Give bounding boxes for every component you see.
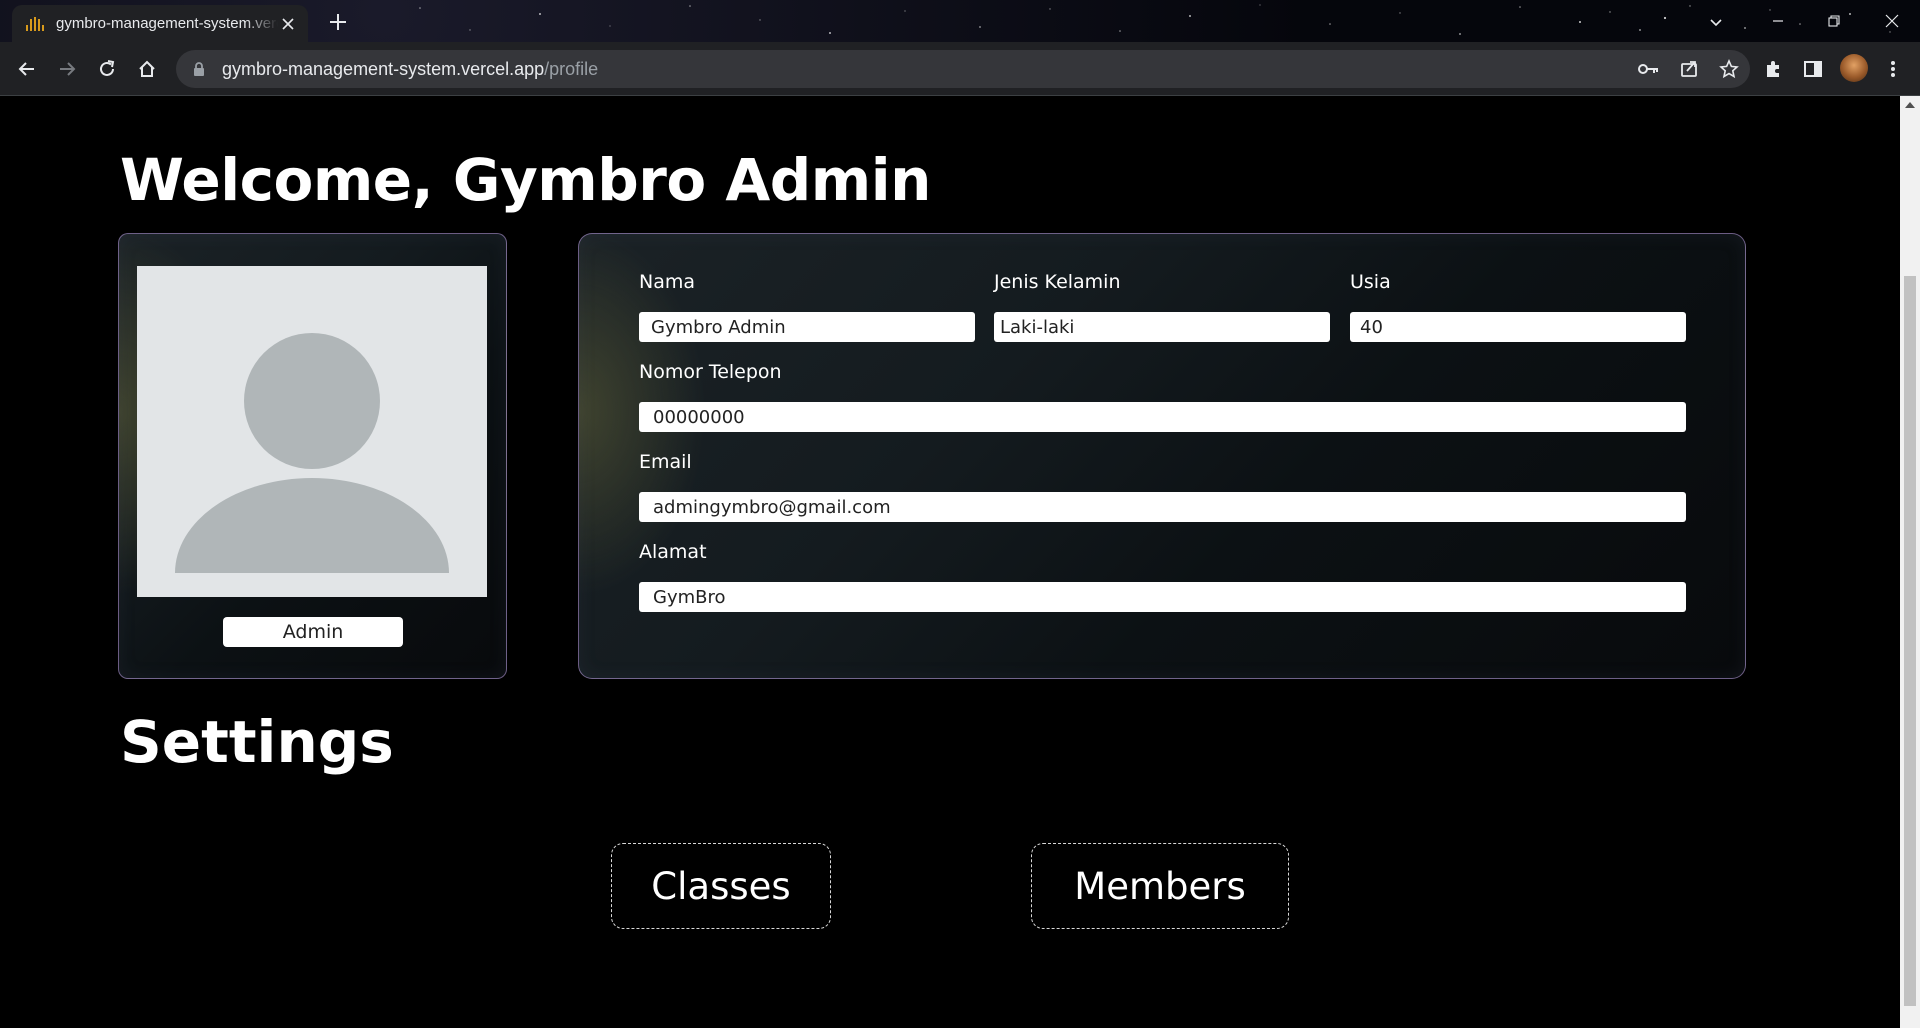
lock-icon[interactable] (192, 61, 206, 77)
address-bar[interactable]: gymbro-management-system.vercel.app/prof… (176, 50, 1750, 88)
email-label: Email (639, 451, 692, 473)
tab-title: gymbro-management-system.vercel.app (56, 15, 278, 32)
usia-label: Usia (1350, 271, 1391, 293)
email-input[interactable]: admingymbro@gmail.com (639, 492, 1686, 522)
reload-icon[interactable] (92, 54, 122, 84)
home-icon[interactable] (132, 54, 162, 84)
tab-search-chevron-icon[interactable] (1704, 10, 1728, 34)
nama-label: Nama (639, 271, 696, 293)
share-icon[interactable] (1678, 58, 1700, 80)
bookmark-star-icon[interactable] (1718, 58, 1740, 80)
jenis-kelamin-input[interactable]: Laki-laki (994, 312, 1330, 342)
forward-icon[interactable] (52, 54, 82, 84)
settings-heading: Settings (120, 708, 394, 776)
window-close-icon[interactable] (1864, 0, 1920, 42)
profile-photo-card: Admin (118, 233, 507, 679)
welcome-heading: Welcome, Gymbro Admin (120, 146, 931, 214)
browser-tab-active[interactable]: gymbro-management-system.vercel.app (12, 5, 308, 42)
members-button[interactable]: Members (1031, 843, 1289, 929)
jenis-kelamin-label: Jenis Kelamin (994, 271, 1121, 293)
usia-input[interactable]: 40 (1350, 312, 1686, 342)
profile-avatar[interactable] (1840, 54, 1868, 82)
new-tab-plus-icon[interactable] (324, 8, 352, 36)
classes-button[interactable]: Classes (611, 843, 831, 929)
tab-close-icon[interactable] (278, 14, 298, 34)
more-menu-icon[interactable] (1878, 54, 1908, 84)
profile-placeholder-avatar-icon (137, 266, 487, 597)
browser-toolbar: gymbro-management-system.vercel.app/prof… (0, 42, 1920, 96)
minimize-icon[interactable] (1750, 0, 1806, 42)
profile-info-card: Nama Gymbro Admin Jenis Kelamin Laki-lak… (578, 233, 1746, 679)
side-panel-icon[interactable] (1798, 54, 1828, 84)
scrollbar-thumb[interactable] (1904, 276, 1916, 1006)
url-path: /profile (544, 58, 599, 79)
gym-favicon-icon (26, 16, 44, 31)
restore-icon[interactable] (1806, 0, 1862, 42)
page-scrollbar[interactable] (1900, 96, 1920, 1028)
alamat-label: Alamat (639, 541, 707, 563)
alamat-input[interactable]: GymBro (639, 582, 1686, 612)
scroll-up-arrow-icon[interactable] (1905, 102, 1915, 108)
nomor-telepon-label: Nomor Telepon (639, 361, 782, 383)
extensions-icon[interactable] (1758, 54, 1788, 84)
back-icon[interactable] (12, 54, 42, 84)
nomor-telepon-input[interactable]: 00000000 (639, 402, 1686, 432)
url-text[interactable]: gymbro-management-system.vercel.app/prof… (222, 59, 598, 80)
key-icon[interactable] (1638, 58, 1660, 80)
nama-input[interactable]: Gymbro Admin (639, 312, 975, 342)
role-badge: Admin (223, 617, 403, 647)
browser-tabbar: gymbro-management-system.vercel.app (0, 0, 1920, 42)
page-content: Welcome, Gymbro Admin Admin Nama Gymbro … (0, 96, 1900, 1028)
url-host: gymbro-management-system.vercel.app (222, 58, 545, 79)
